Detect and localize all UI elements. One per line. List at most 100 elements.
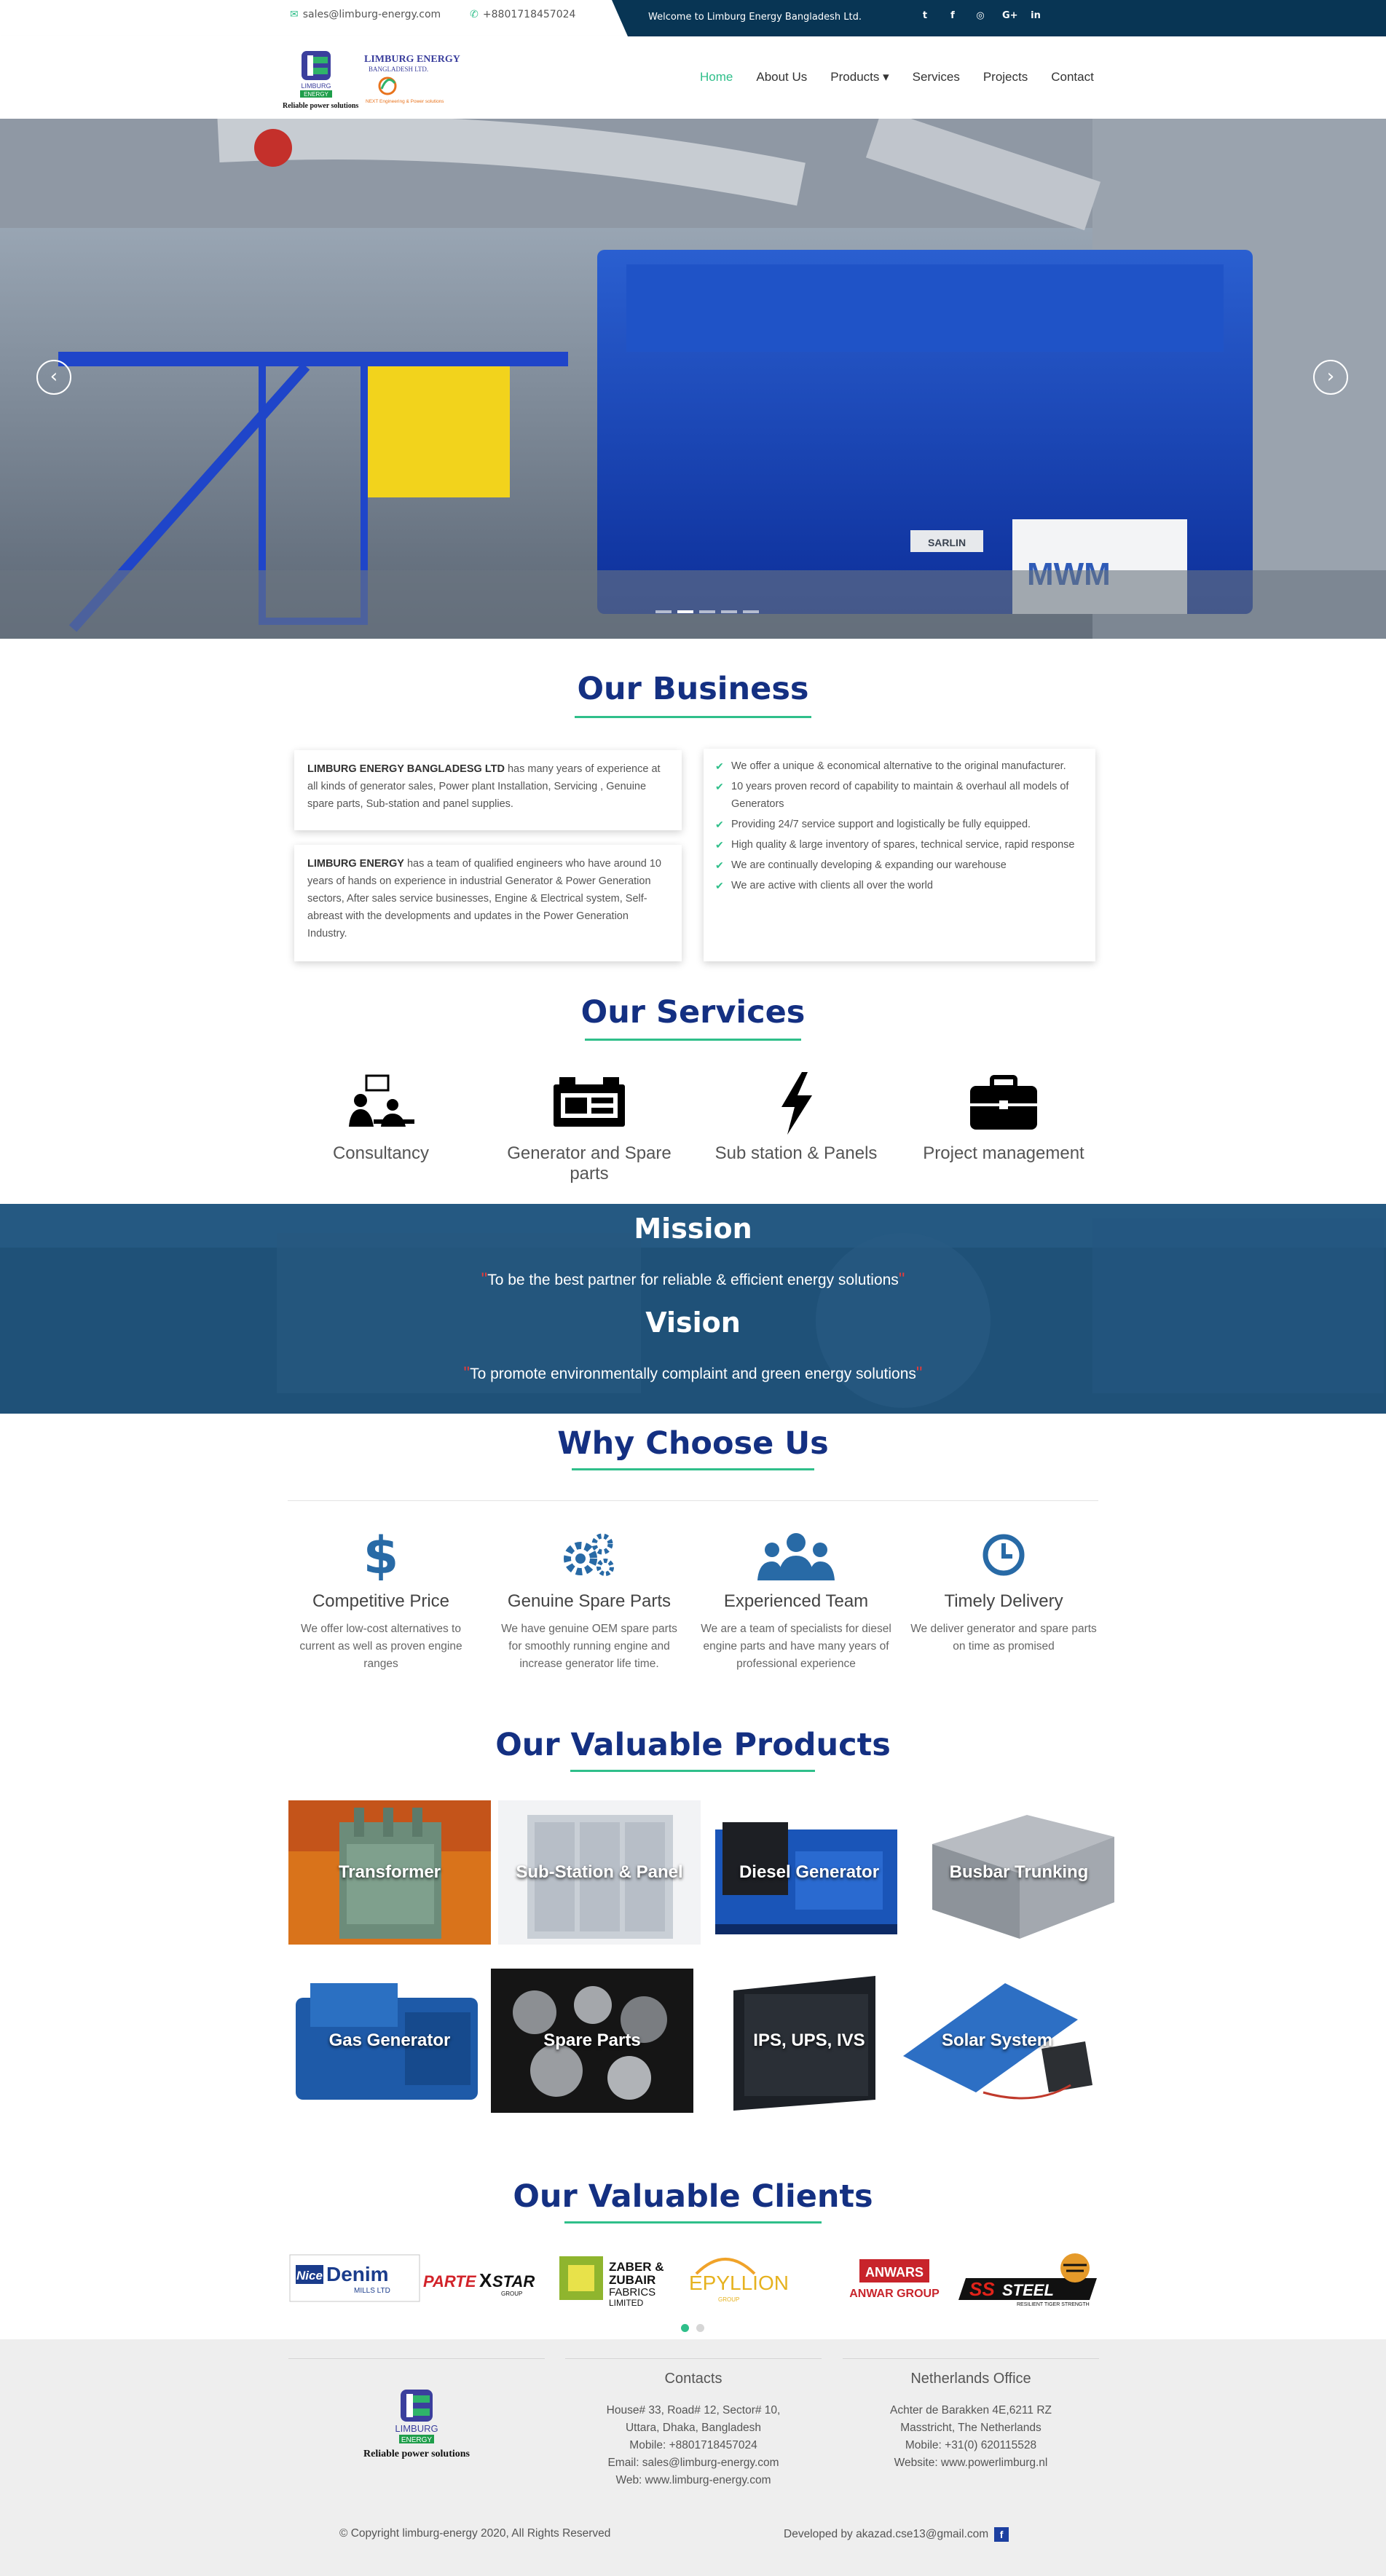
developer-text[interactable]: Developed by akazad.cse13@gmail.com — [784, 2528, 988, 2541]
why-item-title: Genuine Spare Parts — [507, 1591, 672, 1611]
svg-text:ZUBAIR: ZUBAIR — [609, 2273, 655, 2287]
twitter-icon[interactable]: t — [919, 10, 931, 23]
product-solar[interactable]: Solar System — [896, 1969, 1098, 2113]
svg-text:NEXT Engineering & Power solut: NEXT Engineering & Power solutions — [366, 99, 444, 104]
developer-credit: Developed by akazad.cse13@gmail.com f — [784, 2527, 1009, 2542]
why-item-text: We are a team of specialists for diesel … — [701, 1623, 891, 1670]
svg-text:GROUP: GROUP — [718, 2296, 739, 2303]
svg-text:MILLS LTD: MILLS LTD — [354, 2287, 390, 2295]
svg-text:Reliable power solutions: Reliable power solutions — [283, 102, 358, 110]
service-label: Sub station & Panels — [714, 1143, 878, 1163]
footer-email[interactable]: Email: sales@limburg-energy.com — [565, 2454, 822, 2472]
business-point: We are continually developing & expandin… — [715, 856, 1084, 874]
slider-dot[interactable] — [655, 610, 672, 613]
product-busbar[interactable]: Busbar Trunking — [918, 1800, 1120, 1945]
footer-address-2: Uttara, Dhaka, Bangladesh — [625, 2422, 762, 2434]
footer-contacts-title: Contacts — [664, 2371, 722, 2387]
footer-web[interactable]: Web: www.limburg-energy.com — [565, 2472, 822, 2489]
slider-dot[interactable] — [699, 610, 715, 613]
svg-text:$: $ — [363, 1529, 399, 1580]
consultancy-icon — [279, 1071, 483, 1136]
slider-next-button[interactable]: › — [1313, 360, 1348, 395]
gears-icon — [487, 1526, 691, 1584]
clients-dot-active[interactable] — [681, 2324, 689, 2332]
svg-text:GROUP: GROUP — [501, 2291, 522, 2297]
top-contact: ✉ sales@limburg-energy.com ✆ +880171845702… — [290, 9, 575, 20]
hero-slider: MWM SARLIN ‹ › — [0, 119, 1386, 639]
footer-nl-mobile: Mobile: +31(0) 620115528 — [905, 2439, 1037, 2451]
product-ips-ups[interactable]: IPS, UPS, IVS — [708, 1969, 910, 2113]
slider-prev-button[interactable]: ‹ — [36, 360, 71, 395]
logo-mark: LIMBURG ENERGY Reliable power solutions … — [283, 51, 460, 110]
slider-dot-active[interactable] — [677, 610, 693, 613]
business-card-2: LIMBURG ENERGY has a team of qualified e… — [294, 845, 682, 961]
footer-contacts-col: Contacts House# 33, Road# 12, Sector# 10… — [565, 2358, 822, 2489]
footer-nl-website[interactable]: Website: www.powerlimburg.nl — [843, 2454, 1099, 2472]
social-links: t f ◎ G+ in — [919, 10, 1042, 23]
product-label: Sub-Station & Panel — [516, 1862, 683, 1882]
why-item-title: Timely Delivery — [944, 1591, 1063, 1611]
quote-close-icon: " — [898, 1269, 905, 1289]
nav-about[interactable]: About Us — [744, 70, 819, 84]
clients-title: Our Valuable Clients — [513, 2178, 873, 2215]
footer-col-line — [565, 2358, 822, 2359]
service-label: Project management — [923, 1143, 1084, 1163]
why-item-title: Competitive Price — [312, 1591, 450, 1611]
vision-text: To promote environmentally complaint and… — [470, 1366, 916, 1382]
nav-products[interactable]: Products ▾ — [819, 70, 900, 84]
linkedin-icon[interactable]: in — [1030, 10, 1042, 23]
svg-text:Denim: Denim — [326, 2263, 389, 2285]
facebook-icon[interactable]: f — [994, 2527, 1009, 2542]
why-title: Why Choose Us — [557, 1425, 829, 1462]
footer-mobile: Mobile: +8801718457024 — [629, 2439, 757, 2451]
quote-open-icon: " — [463, 1363, 470, 1383]
clients-dot[interactable] — [696, 2324, 704, 2332]
business-point: We offer a unique & economical alternati… — [715, 757, 1084, 775]
card2-text: has a team of qualified engineers who ha… — [307, 858, 661, 940]
svg-text:EPYLLION: EPYLLION — [689, 2272, 789, 2294]
footer-logo[interactable]: LIMBURG ENERGY Reliable power solutions — [344, 2371, 489, 2473]
product-spare-parts[interactable]: Spare Parts — [491, 1969, 693, 2113]
site-logo[interactable]: LIMBURG ENERGY Reliable power solutions … — [280, 42, 462, 115]
nav-contact[interactable]: Contact — [1039, 70, 1106, 84]
svg-text:FABRICS: FABRICS — [609, 2286, 655, 2299]
nav-projects[interactable]: Projects — [972, 70, 1039, 84]
email-link[interactable]: ✉ sales@limburg-energy.com — [290, 9, 441, 20]
top-bar: ✉ sales@limburg-energy.com ✆ +880171845702… — [0, 0, 1386, 36]
business-point: We are active with clients all over the … — [715, 877, 1084, 894]
product-gas-generator[interactable]: Gas Generator — [288, 1969, 491, 2113]
vision-statement: "To promote environmentally complaint an… — [0, 1363, 1386, 1384]
footer: LIMBURG ENERGY Reliable power solutions … — [0, 2339, 1386, 2576]
footer-col-line — [843, 2358, 1099, 2359]
svg-text:Reliable power solutions: Reliable power solutions — [363, 2449, 470, 2459]
nav-services[interactable]: Services — [901, 70, 972, 84]
svg-text:LIMBURG: LIMBURG — [395, 2423, 438, 2434]
product-substation[interactable]: Sub-Station & Panel — [498, 1800, 701, 1945]
client-logo-zaber-zubair: ZABER & ZUBAIR FABRICS LIMITED — [559, 2256, 664, 2307]
why-item-team: Experienced Team We are a team of specia… — [694, 1526, 898, 1673]
footer-netherlands-col: Netherlands Office Achter de Barakken 4E… — [843, 2358, 1099, 2472]
slider-dot[interactable] — [721, 610, 737, 613]
service-substation[interactable]: Sub station & Panels — [694, 1071, 898, 1164]
clients-title-underline — [564, 2221, 822, 2224]
service-consultancy[interactable]: Consultancy — [279, 1071, 483, 1164]
nav-home[interactable]: Home — [688, 70, 744, 84]
slider-dot[interactable] — [743, 610, 759, 613]
nav-menu: Home About Us Products ▾ Services Projec… — [688, 70, 1106, 84]
facebook-icon[interactable]: f — [947, 10, 958, 23]
mission-title: Mission — [634, 1213, 752, 1245]
service-generator[interactable]: Generator and Spare parts — [487, 1071, 691, 1184]
business-points-list: We offer a unique & economical alternati… — [715, 757, 1084, 894]
envelope-icon: ✉ — [290, 9, 299, 20]
footer-logo-col: LIMBURG ENERGY Reliable power solutions — [288, 2358, 545, 2476]
instagram-icon[interactable]: ◎ — [974, 10, 986, 23]
phone-link[interactable]: ✆ +8801718457024 — [470, 9, 575, 20]
product-label: Spare Parts — [543, 2031, 641, 2050]
google-plus-icon[interactable]: G+ — [1002, 10, 1018, 23]
business-point: Providing 24/7 service support and logis… — [715, 816, 1084, 833]
svg-text:RESILIENT TIGER STRENGTH: RESILIENT TIGER STRENGTH — [1017, 2302, 1090, 2307]
why-item-price: $ Competitive Price We offer low-cost al… — [279, 1526, 483, 1673]
service-project-management[interactable]: Project management — [902, 1071, 1106, 1164]
product-diesel-generator[interactable]: Diesel Generator — [708, 1800, 910, 1945]
product-transformer[interactable]: Transformer — [288, 1800, 491, 1945]
